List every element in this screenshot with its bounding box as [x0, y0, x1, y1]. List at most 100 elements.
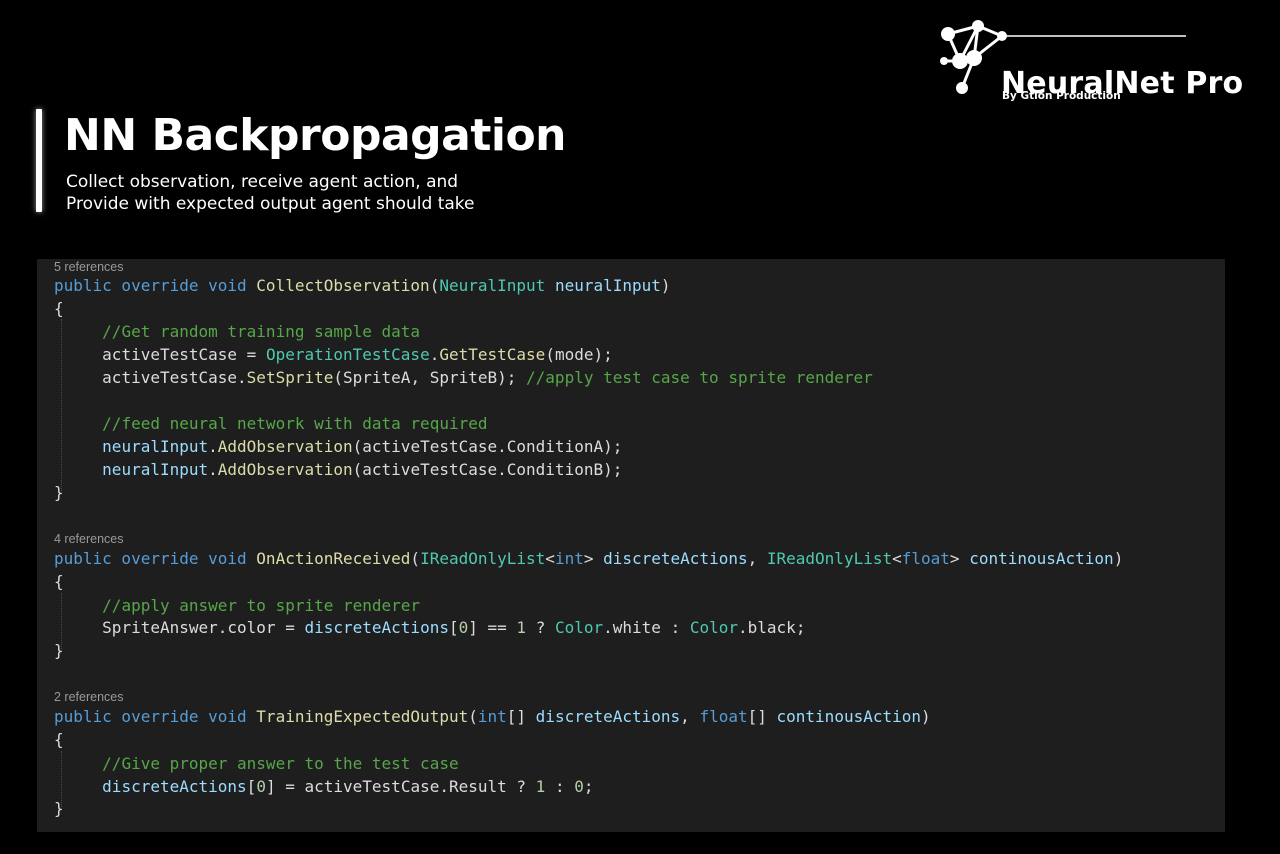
code-punct: > [949, 549, 970, 568]
codelens-references[interactable]: 4 references [54, 531, 123, 547]
code-parameter: neuralInput [102, 460, 209, 479]
code-keywords: public override void [54, 276, 257, 295]
title-accent-bar [36, 109, 42, 212]
code-number: 1 [516, 618, 527, 637]
code-punct: , [680, 707, 700, 726]
code-punct: [] [747, 707, 777, 726]
code-number: 0 [458, 618, 469, 637]
brand-byline: By Gtion Production [1002, 90, 1121, 102]
code-punct: [ [448, 618, 459, 637]
code-punct: ) [921, 707, 931, 726]
code-statement: //Get random training sample data [54, 320, 420, 343]
code-text: SpriteAnswer.color = [102, 618, 305, 637]
code-number: 1 [535, 777, 546, 796]
code-text: activeTestCase = [102, 345, 266, 364]
code-parameter: discreteActions [535, 707, 681, 726]
code-statement: //feed neural network with data required [54, 412, 487, 435]
code-punct: ; [583, 777, 594, 796]
method-signature: public override void CollectObservation(… [54, 274, 671, 297]
method-name: CollectObservation [256, 276, 430, 295]
code-text: (activeTestCase.ConditionA); [352, 437, 623, 456]
code-statement: neuralInput.AddObservation(activeTestCas… [54, 458, 622, 481]
open-brace: { [54, 730, 64, 749]
code-punct: . [208, 460, 218, 479]
code-type: NeuralInput [439, 276, 546, 295]
code-method: AddObservation [217, 460, 353, 479]
close-brace: } [54, 799, 64, 818]
code-text: .black; [738, 618, 806, 637]
code-punct: ( [429, 276, 440, 295]
code-text: (activeTestCase.ConditionB); [352, 460, 623, 479]
code-punct: > [583, 549, 604, 568]
code-punct: ( [410, 549, 421, 568]
code-text: : [545, 777, 575, 796]
code-comment: //Give proper answer to the test case [102, 754, 459, 773]
code-keywords: public override void [54, 549, 257, 568]
code-text: ] == [468, 618, 517, 637]
code-comment: //Get random training sample data [102, 322, 421, 341]
method-name: OnActionReceived [256, 549, 411, 568]
code-text: ] = activeTestCase.Result ? [265, 777, 536, 796]
code-punct: < [892, 549, 902, 568]
code-punct: ) [1113, 549, 1124, 568]
code-keyword: int [554, 549, 584, 568]
code-punct: ( [468, 707, 478, 726]
codelens-references[interactable]: 2 references [54, 689, 123, 705]
code-text: (SpriteA, SpriteB); [333, 368, 527, 387]
code-keyword: int [477, 707, 507, 726]
code-statement: //Give proper answer to the test case [54, 752, 459, 775]
code-type: Color [554, 618, 604, 637]
code-keyword: float [901, 549, 950, 568]
code-statement: activeTestCase.SetSprite(SpriteA, Sprite… [54, 366, 873, 389]
code-type: IReadOnlyList [420, 549, 546, 568]
code-number: 0 [256, 777, 266, 796]
code-punct: < [545, 549, 555, 568]
code-statement: SpriteAnswer.color = discreteActions[0] … [54, 616, 805, 639]
method-signature: public override void OnActionReceived(IR… [54, 547, 1123, 570]
open-brace: { [54, 572, 64, 591]
code-parameter: neuralInput [102, 437, 209, 456]
close-brace: } [54, 483, 64, 502]
code-number: 0 [574, 777, 584, 796]
subtitle-line-1: Collect observation, receive agent actio… [66, 172, 459, 192]
code-parameter: discreteActions [603, 549, 748, 568]
open-brace: { [54, 299, 64, 318]
code-parameter: discreteActions [102, 777, 247, 796]
code-punct: . [429, 345, 440, 364]
page-subtitle: Collect observation, receive agent actio… [66, 171, 475, 215]
code-parameter: discreteActions [304, 618, 449, 637]
code-parameter: continousAction [776, 707, 922, 726]
subtitle-line-2: Provide with expected output agent shoul… [66, 194, 475, 214]
code-method: GetTestCase [439, 345, 546, 364]
code-statement: activeTestCase = OperationTestCase.GetTe… [54, 343, 613, 366]
code-statement: neuralInput.AddObservation(activeTestCas… [54, 435, 622, 458]
code-keywords: public override void [54, 707, 257, 726]
code-punct: [] [506, 707, 536, 726]
code-keyword: float [699, 707, 748, 726]
code-statement: //apply answer to sprite renderer [54, 594, 420, 617]
code-text: activeTestCase. [102, 368, 247, 387]
code-type: Color [689, 618, 739, 637]
code-type: OperationTestCase [265, 345, 430, 364]
method-signature: public override void TrainingExpectedOut… [54, 705, 931, 728]
code-parameter: neuralInput [554, 276, 661, 295]
code-text: ? [526, 618, 555, 637]
code-text: (mode); [545, 345, 613, 364]
code-editor: 5 references public override void Collec… [37, 259, 1225, 832]
code-comment: //apply test case to sprite renderer [526, 368, 873, 387]
code-punct: . [208, 437, 218, 456]
code-parameter: continousAction [969, 549, 1114, 568]
codelens-references[interactable]: 5 references [54, 259, 123, 275]
code-punct: [ [246, 777, 257, 796]
code-type: IReadOnlyList [766, 549, 893, 568]
code-text: .white : [603, 618, 690, 637]
brand-logo: NeuralNet Pro By Gtion Production [936, 16, 1256, 106]
page-title: NN Backpropagation [64, 110, 567, 161]
code-punct: , [747, 549, 767, 568]
code-statement: discreteActions[0] = activeTestCase.Resu… [54, 775, 594, 798]
code-method: AddObservation [217, 437, 353, 456]
code-punct: ) [660, 276, 671, 295]
method-name: TrainingExpectedOutput [256, 707, 469, 726]
code-comment: //feed neural network with data required [102, 414, 488, 433]
